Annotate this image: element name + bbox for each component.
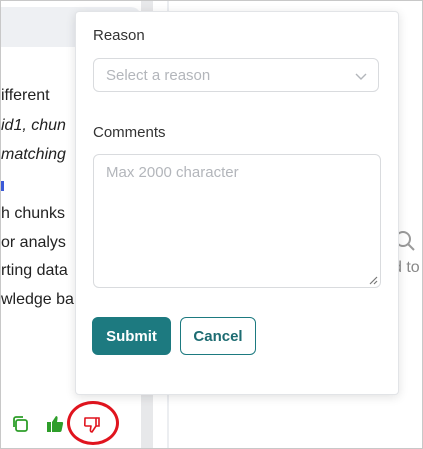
reason-label: Reason xyxy=(93,27,145,44)
highlight-circle xyxy=(67,401,119,445)
reason-select-placeholder: Select a reason xyxy=(106,67,211,84)
text-cursor-mark xyxy=(1,181,4,191)
chat-text-line: ifferent xyxy=(1,87,50,104)
thumbs-up-icon[interactable] xyxy=(45,414,65,434)
reason-select[interactable]: Select a reason xyxy=(93,58,379,92)
chevron-down-icon xyxy=(355,73,367,80)
chat-text-line: h chunks xyxy=(1,205,66,222)
cancel-button[interactable]: Cancel xyxy=(180,317,256,355)
submit-button[interactable]: Submit xyxy=(92,317,171,355)
chat-text-line: id1, chun xyxy=(1,117,66,134)
comments-textarea[interactable]: Max 2000 character xyxy=(93,154,381,288)
app-window: ifferent id1, chun matching h chunks or … xyxy=(0,0,423,449)
resize-handle-icon[interactable] xyxy=(368,275,378,285)
feedback-popover: Reason Select a reason Comments Max 2000… xyxy=(75,11,399,395)
chat-text-line: matching xyxy=(1,146,66,163)
comments-placeholder: Max 2000 character xyxy=(106,164,239,181)
chat-text-line: rting data xyxy=(1,262,68,279)
comments-label: Comments xyxy=(93,124,166,141)
copy-icon[interactable] xyxy=(11,415,29,433)
chat-text-line: or analys xyxy=(1,234,66,251)
chat-text-line: wledge ba xyxy=(1,291,74,308)
